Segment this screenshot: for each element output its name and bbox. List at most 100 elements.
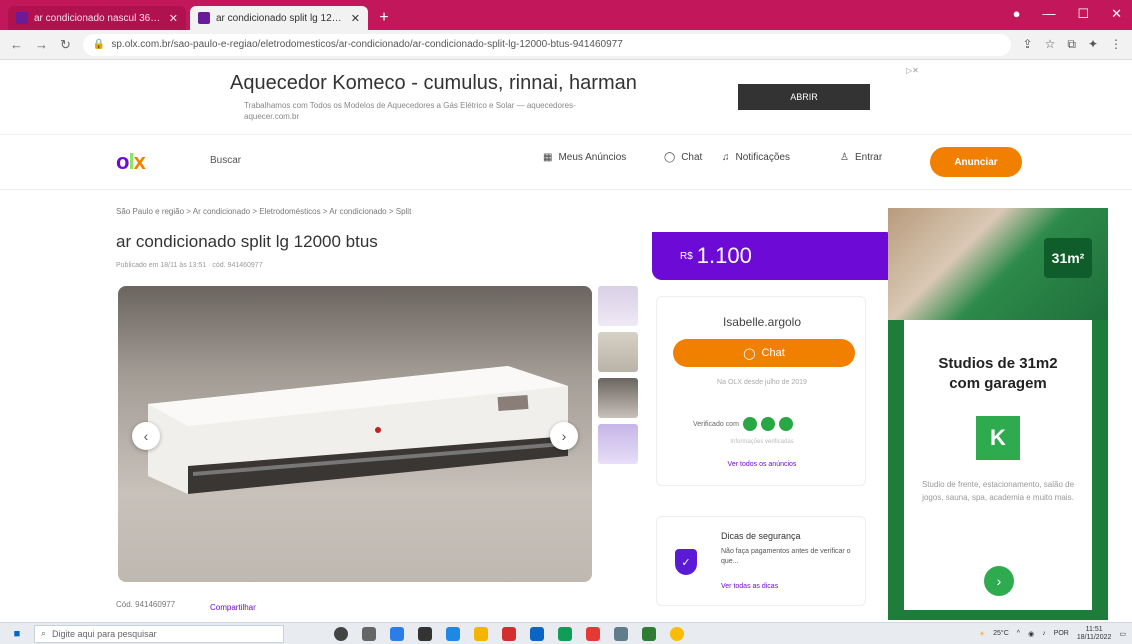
chat-button[interactable]: ◯ Chat [673, 339, 855, 367]
volume-icon[interactable]: ♪ [1042, 630, 1046, 637]
close-tab-icon[interactable]: ✕ [169, 12, 178, 25]
app-icon[interactable] [502, 626, 516, 641]
browser-tab[interactable]: ar condicionado nascul 36000 b ✕ [8, 6, 186, 30]
see-all-ads-link[interactable]: Ver todos os anúncios [657, 461, 867, 468]
side-ad-photo: 31m² [888, 208, 1108, 320]
brand-logo: K [976, 416, 1020, 460]
url-text: sp.olx.com.br/sao-paulo-e-regiao/eletrod… [111, 39, 623, 50]
extension-icon[interactable]: ⧉ [1067, 37, 1076, 52]
site-header: olx Buscar ▦ Meus Anúncios ◯ Chat ♫ Noti… [0, 134, 1132, 190]
photo-next-button[interactable]: › [550, 422, 578, 450]
temperature[interactable]: 25°C [993, 630, 1009, 637]
top-ad-banner[interactable]: Aquecedor Komeco - cumulus, rinnai, harm… [230, 66, 930, 128]
app-icon[interactable] [586, 626, 600, 641]
lock-icon: 🔒 [92, 39, 106, 50]
ad-open-button[interactable]: ABRIR [738, 84, 870, 110]
app-icon[interactable] [390, 626, 404, 641]
verified-label: Verificado com [693, 420, 739, 428]
app-icon[interactable] [614, 626, 628, 641]
my-ads-link[interactable]: ▦ Meus Anúncios [543, 152, 626, 163]
thumbnail[interactable] [598, 424, 638, 464]
browser-tab-bar: ar condicionado nascul 36000 b ✕ ar cond… [0, 0, 1132, 30]
taskbar-apps [334, 626, 684, 641]
network-icon[interactable]: ◉ [1028, 630, 1034, 638]
store-icon[interactable] [418, 626, 432, 641]
side-ad-headline-line2: com garagem [949, 375, 1047, 392]
photo-prev-button[interactable]: ‹ [132, 422, 160, 450]
taskbar-search-input[interactable]: ⌕ Digite aqui para pesquisar [34, 624, 284, 643]
safety-tips-link[interactable]: Ver todas as dicas [721, 583, 778, 590]
clock[interactable]: 11:51 18/11/2022 [1077, 626, 1112, 642]
cortana-icon[interactable] [334, 626, 348, 641]
price-tag: R$ 1.100 [652, 232, 896, 280]
new-tab-button[interactable]: + [372, 6, 396, 30]
ad-choices-icon[interactable]: ▷✕ [906, 66, 919, 75]
side-ad[interactable]: 31m² Studios de 31m2 com garagem K Studi… [888, 208, 1108, 620]
app-icon[interactable] [530, 626, 544, 641]
phone-verified-icon [742, 417, 757, 431]
system-tray: ☀ 25°C ^ ◉ ♪ POR 11:51 18/11/2022 ▭ [979, 626, 1126, 642]
profile-icon[interactable]: ● [1013, 6, 1021, 22]
ad-title[interactable]: Aquecedor Komeco - cumulus, rinnai, harm… [230, 72, 637, 95]
facebook-verified-icon [778, 417, 793, 431]
url-field[interactable]: 🔒 sp.olx.com.br/sao-paulo-e-regiao/eletr… [82, 33, 1011, 56]
safety-tips-card: ✓ Dicas de segurança Não faça pagamentos… [656, 516, 866, 606]
file-explorer-icon[interactable] [474, 626, 488, 641]
forward-icon[interactable]: → [35, 37, 48, 52]
puzzle-icon[interactable]: ✦ [1088, 37, 1098, 52]
listing-photo[interactable] [118, 286, 592, 582]
notifications-label: Notificações [735, 152, 790, 163]
side-ad-headline-line1: Studios de 31m2 [938, 355, 1058, 372]
notifications-link[interactable]: ♫ Notificações [722, 152, 790, 163]
verified-row: Verificado com [693, 417, 793, 431]
close-window-icon[interactable]: ✕ [1111, 6, 1122, 22]
extensions: ⇪ ☆ ⧉ ✦ ⋮ [1023, 37, 1122, 52]
weather-icon[interactable]: ☀ [979, 630, 985, 638]
chrome-icon[interactable] [670, 626, 684, 641]
chat-link[interactable]: ◯ Chat [664, 152, 702, 163]
price-currency: R$ [680, 250, 693, 262]
maximize-icon[interactable]: ☐ [1077, 6, 1089, 22]
clock-date: 18/11/2022 [1076, 633, 1112, 641]
share-icon[interactable]: ⇪ [1023, 37, 1033, 52]
back-icon[interactable]: ← [10, 37, 23, 52]
olx-logo[interactable]: olx [116, 149, 146, 175]
thumbnail[interactable] [598, 378, 638, 418]
app-icon[interactable] [446, 626, 460, 641]
close-tab-icon[interactable]: ✕ [351, 12, 360, 25]
seller-name[interactable]: Isabelle.argolo [657, 315, 867, 329]
chevron-up-icon[interactable]: ^ [1017, 630, 1020, 637]
login-link[interactable]: ♙ Entrar [840, 152, 882, 163]
taskbar-search-placeholder: Digite aqui para pesquisar [52, 628, 157, 639]
language-indicator[interactable]: POR [1054, 630, 1069, 637]
olx-favicon-icon [16, 12, 28, 24]
page-title: ar condicionado split lg 12000 btus [116, 232, 378, 251]
login-label: Entrar [854, 152, 883, 163]
notifications-icon[interactable]: ▭ [1119, 630, 1126, 638]
share-link[interactable]: Compartilhar [210, 603, 256, 612]
breadcrumb[interactable]: São Paulo e região > Ar condicionado > E… [116, 207, 411, 216]
star-icon[interactable]: ☆ [1045, 37, 1056, 52]
chat-button-label: Chat [761, 347, 785, 359]
side-ad-card: Studios de 31m2 com garagem K Studio de … [904, 320, 1092, 610]
app-icon[interactable] [642, 626, 656, 641]
search-icon: ⌕ [41, 628, 47, 638]
logo-letter-x: x [133, 149, 146, 174]
minimize-icon[interactable]: — [1042, 6, 1055, 22]
windows-start-icon[interactable]: ■ [0, 628, 34, 640]
edge-icon[interactable] [558, 626, 572, 641]
anunciar-button[interactable]: Anunciar [930, 147, 1022, 177]
arrow-right-icon[interactable]: › [984, 566, 1014, 596]
thumbnail[interactable] [598, 332, 638, 372]
side-ad-headline: Studios de 31m2 com garagem [904, 354, 1092, 394]
menu-icon[interactable]: ⋮ [1110, 37, 1122, 52]
verified-hint: Informações verificadas [730, 439, 794, 445]
grid-icon: ▦ [543, 152, 553, 163]
my-ads-label: Meus Anúncios [558, 152, 627, 163]
reload-icon[interactable]: ↻ [60, 37, 71, 53]
price-value: 1.100 [696, 243, 752, 268]
search-input[interactable]: Buscar [210, 155, 241, 166]
browser-tab-active[interactable]: ar condicionado split lg 12000 - l ✕ [190, 6, 368, 30]
task-view-icon[interactable] [362, 626, 376, 641]
thumbnail[interactable] [598, 286, 638, 326]
